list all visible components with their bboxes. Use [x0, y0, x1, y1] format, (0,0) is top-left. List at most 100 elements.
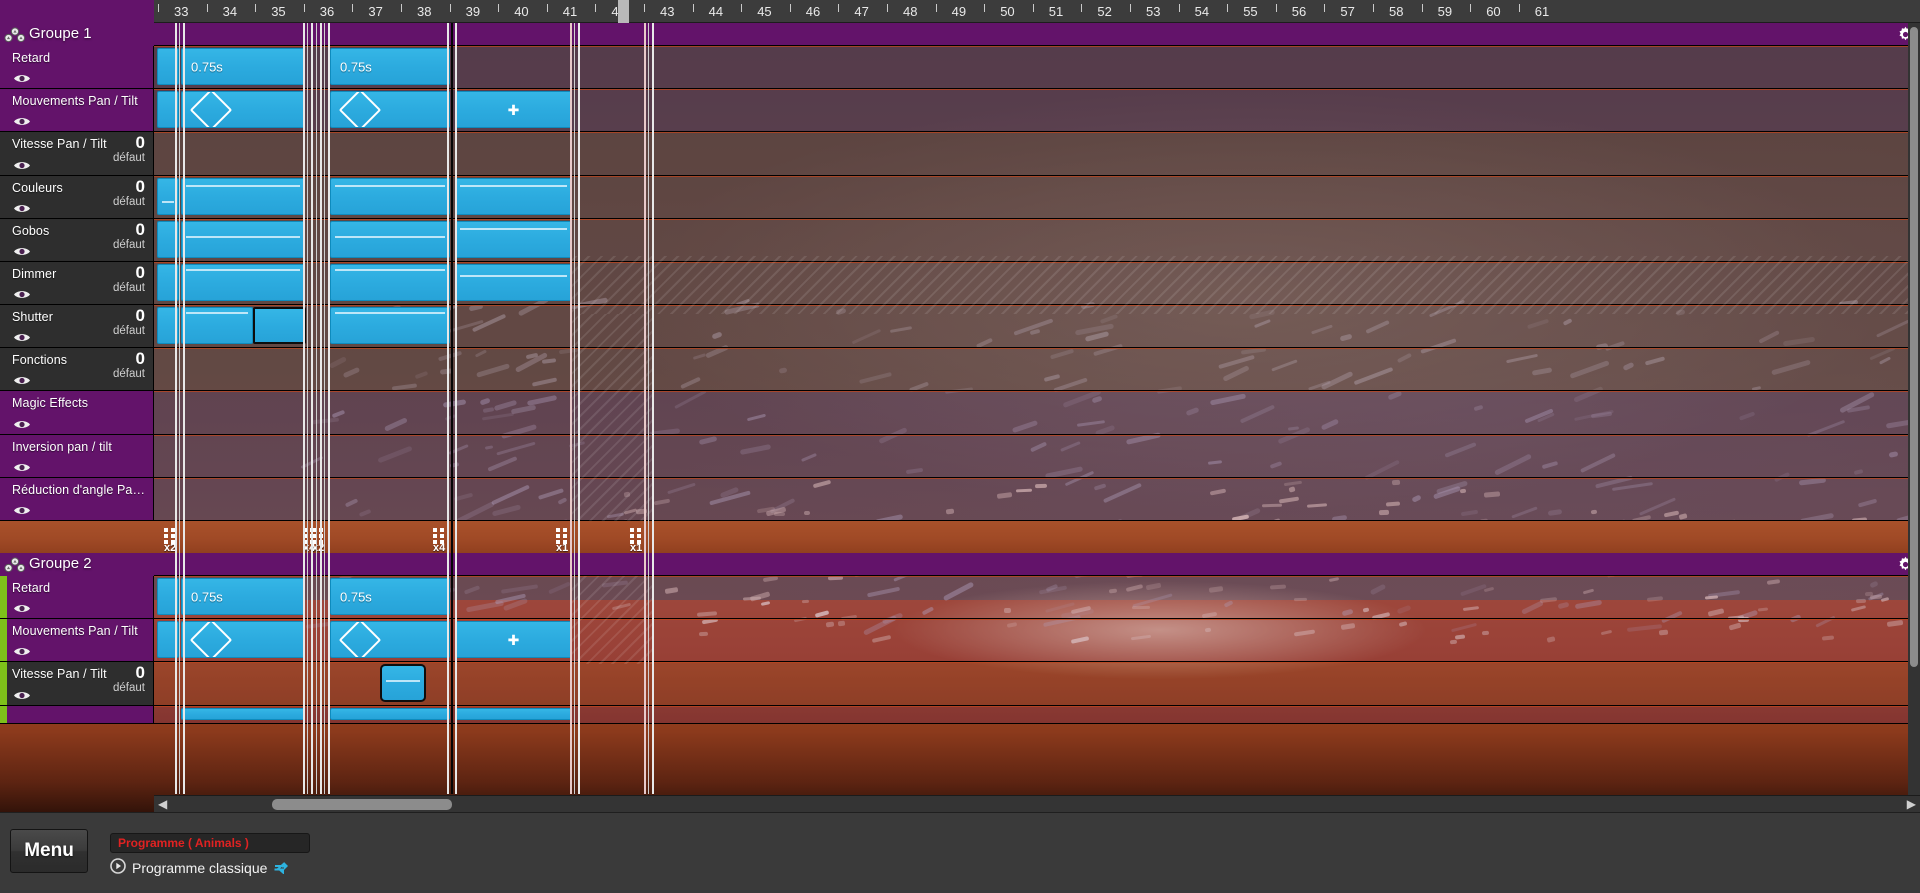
track-header[interactable]: Retard: [0, 576, 154, 618]
track-header[interactable]: Inversion pan / tilt: [0, 435, 154, 477]
track-row[interactable]: Réduction d'angle Pa…: [0, 478, 1920, 521]
track-header[interactable]: Vitesse Pan / Tilt 0 défaut: [0, 132, 154, 175]
vertical-scrollbar[interactable]: [1908, 23, 1920, 795]
beat-marker[interactable]: x1: [556, 528, 568, 553]
track-row[interactable]: Dimmer 0 défaut: [0, 262, 1920, 305]
track-header[interactable]: Réduction d'angle Pa…: [0, 478, 154, 520]
visibility-eye-icon[interactable]: [13, 287, 31, 298]
timeline-clip[interactable]: [157, 48, 179, 85]
program-mode-row[interactable]: Programme classique: [110, 857, 290, 878]
vertical-scroll-thumb[interactable]: [1910, 27, 1918, 667]
timeline-clip[interactable]: [157, 621, 179, 658]
timeline-clip[interactable]: [253, 307, 306, 344]
visibility-eye-icon[interactable]: [13, 503, 31, 514]
timeline-clip[interactable]: 0.75s: [330, 578, 450, 615]
timeline-clip[interactable]: [181, 178, 305, 215]
timeline-clip[interactable]: [181, 621, 305, 658]
timeline-clip[interactable]: [330, 221, 450, 258]
scroll-left-icon[interactable]: ◀: [158, 797, 167, 812]
menu-button[interactable]: Menu: [10, 829, 88, 873]
track-row[interactable]: Shutter 0 défaut: [0, 305, 1920, 348]
track-row[interactable]: Vitesse Pan / Tilt 0 défaut: [0, 662, 1920, 706]
timeline-clip[interactable]: [330, 178, 450, 215]
timeline-clip[interactable]: [157, 307, 179, 344]
track-row[interactable]: Retard 0.75s 0.75s: [0, 576, 1920, 619]
track-row[interactable]: Inversion pan / tilt: [0, 435, 1920, 478]
timeline-clip[interactable]: 0.75s: [181, 578, 305, 615]
track-header[interactable]: Shutter 0 défaut: [0, 305, 154, 347]
track-header[interactable]: Fonctions 0 défaut: [0, 348, 154, 390]
timeline-clip[interactable]: [181, 221, 305, 258]
track-header[interactable]: Mouvements Pan / Tilt: [0, 619, 154, 661]
scroll-right-icon[interactable]: ▶: [1907, 797, 1916, 812]
track-row[interactable]: Retard 0.75s 0.75s: [0, 46, 1920, 89]
program-name-field[interactable]: Programme ( Animals ): [110, 833, 310, 853]
timeline-clip[interactable]: [157, 178, 179, 215]
track-header[interactable]: Dimmer 0 défaut: [0, 262, 154, 304]
visibility-eye-icon[interactable]: [13, 644, 31, 655]
timeline-clip[interactable]: [330, 307, 450, 344]
visibility-eye-icon[interactable]: [13, 201, 31, 212]
timeline-clip[interactable]: [181, 307, 253, 344]
timeline-clip[interactable]: [330, 621, 450, 658]
playhead-handle[interactable]: [618, 0, 630, 23]
track-header[interactable]: Couleurs 0 défaut: [0, 176, 154, 218]
visibility-eye-icon[interactable]: [13, 417, 31, 428]
visibility-eye-icon[interactable]: [13, 158, 31, 169]
timeline-clip[interactable]: [455, 708, 572, 720]
timeline-clip[interactable]: [330, 91, 450, 128]
track-row[interactable]: Mouvements Pan / Tilt ✚: [0, 89, 1920, 132]
timeline-clip[interactable]: [380, 664, 426, 702]
track-header[interactable]: Magic Effects: [0, 391, 154, 434]
keyframe-diamond-icon[interactable]: [189, 622, 233, 657]
timeline-clip[interactable]: ✚: [455, 621, 572, 658]
timeline-clip[interactable]: [455, 221, 572, 258]
track-header[interactable]: Vitesse Pan / Tilt 0 défaut: [0, 662, 154, 705]
track-row[interactable]: Couleurs 0 défaut: [0, 176, 1920, 219]
track-row[interactable]: Vitesse Pan / Tilt 0 défaut: [0, 132, 1920, 176]
timeline-clip[interactable]: 0.75s: [181, 48, 305, 85]
horizontal-scrollbar[interactable]: ◀ ▶: [154, 795, 1920, 812]
keyframe-diamond-icon[interactable]: [338, 622, 382, 657]
timeline-clip[interactable]: [157, 221, 179, 258]
beat-marker[interactable]: x4: [433, 528, 445, 553]
visibility-eye-icon[interactable]: [13, 330, 31, 341]
timeline-clip[interactable]: [455, 178, 572, 215]
timeline-clip[interactable]: [157, 578, 179, 615]
track-row[interactable]: Mouvements Pan / Tilt ✚: [0, 619, 1920, 662]
clip-plus-icon[interactable]: ✚: [508, 633, 520, 647]
timeline-clip[interactable]: [330, 708, 450, 720]
track-header[interactable]: Retard: [0, 46, 154, 88]
timeline-ruler[interactable]: 3334353637383940414243444546474849505152…: [0, 0, 1920, 23]
keyframe-diamond-icon[interactable]: [189, 92, 233, 127]
track-header[interactable]: Mouvements Pan / Tilt: [0, 89, 154, 131]
track-row[interactable]: Magic Effects: [0, 391, 1920, 435]
timeline-clip[interactable]: [181, 708, 305, 720]
track-header[interactable]: [0, 706, 154, 723]
visibility-eye-icon[interactable]: [13, 688, 31, 699]
timeline-clip[interactable]: [455, 264, 572, 301]
timeline-clip[interactable]: [181, 91, 305, 128]
track-row[interactable]: Gobos 0 défaut: [0, 219, 1920, 262]
track-row[interactable]: [0, 706, 1920, 724]
visibility-eye-icon[interactable]: [13, 601, 31, 612]
visibility-eye-icon[interactable]: [13, 460, 31, 471]
timeline-clip[interactable]: ✚: [455, 91, 572, 128]
loop-arrows-icon[interactable]: [273, 860, 290, 877]
beat-marker[interactable]: x2: [312, 528, 324, 553]
track-row[interactable]: Fonctions 0 défaut: [0, 348, 1920, 391]
clip-plus-icon[interactable]: ✚: [508, 103, 520, 117]
timeline-clip[interactable]: [157, 264, 179, 301]
visibility-eye-icon[interactable]: [13, 71, 31, 82]
timeline-stage[interactable]: Groupe 1 Retard 0.75s 0.75s Mouvements Pan /…: [0, 0, 1920, 812]
timeline-clip[interactable]: [157, 91, 179, 128]
visibility-eye-icon[interactable]: [13, 244, 31, 255]
keyframe-diamond-icon[interactable]: [338, 92, 382, 127]
visibility-eye-icon[interactable]: [13, 373, 31, 384]
timeline-clip[interactable]: [181, 264, 305, 301]
timeline-clip[interactable]: [330, 264, 450, 301]
timeline-clip[interactable]: 0.75s: [330, 48, 450, 85]
group-header[interactable]: Groupe 1: [0, 23, 1920, 46]
group-header[interactable]: Groupe 2: [0, 553, 1920, 576]
beat-marker-row[interactable]: x2 x4 x2 x4 x1 x1: [0, 521, 1920, 553]
